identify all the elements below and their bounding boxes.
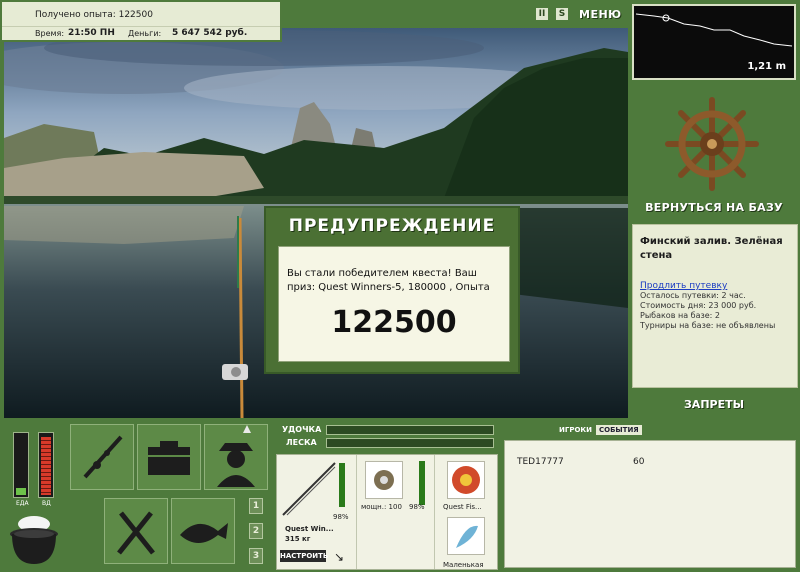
time-label: Время: <box>35 29 65 38</box>
reward-amount: 122500 <box>331 305 457 340</box>
rod-durability-bar <box>339 463 345 507</box>
bans-button[interactable]: ЗАПРЕТЫ <box>628 398 800 411</box>
ad-meter <box>38 432 54 498</box>
events-list: TED17777 60 <box>504 440 796 568</box>
event-player-name: TED17777 <box>517 457 564 467</box>
warning-dialog[interactable]: ПРЕДУПРЕЖДЕНИЕ Вы стали победителем квес… <box>264 206 520 374</box>
ad-meter-fill <box>41 437 51 495</box>
slot-food[interactable] <box>104 498 168 564</box>
dialog-body: Вы стали победителем квеста! Ваш приз: Q… <box>278 246 510 362</box>
depth-chart: 1,21 m <box>632 4 796 80</box>
rod-assembly-icon <box>83 435 123 479</box>
lure-name: Маленькая <box>443 561 484 569</box>
reel-power: мощн.: 100 <box>361 503 402 511</box>
hotbar-button-3[interactable]: 3 <box>249 548 263 564</box>
anglers-count: Рыбаков на базе: 2 <box>640 311 720 320</box>
money-value: 5 647 542 руб. <box>172 28 248 38</box>
tab-events[interactable]: СОБЫТИЯ <box>596 425 642 435</box>
rod-weight: 315 кг <box>285 535 311 543</box>
food-meter <box>13 432 29 498</box>
slot-fisherman[interactable] <box>204 424 268 490</box>
fork-knife-icon <box>117 511 155 555</box>
tackle-box-icon <box>148 441 190 475</box>
tab-players[interactable]: ИГРОКИ <box>556 425 595 435</box>
line-spool-image <box>447 461 485 499</box>
fisherman-icon <box>217 425 255 487</box>
hotbar-button-1[interactable]: 1 <box>249 498 263 514</box>
reel-image <box>365 461 403 499</box>
slot-tackle-box[interactable] <box>137 424 201 490</box>
return-to-base-button[interactable]: ВЕРНУТЬСЯ НА БАЗУ <box>628 201 800 214</box>
extend-trip-link[interactable]: Продлить путевку <box>640 281 790 291</box>
dialog-message: Вы стали победителем квеста! Ваш приз: Q… <box>287 268 490 293</box>
arrow-down-right-icon[interactable]: ↘ <box>334 551 346 563</box>
time-money-row: Время: 21:50 ПН Деньги: 5 647 542 руб. <box>2 26 280 40</box>
hotbar-button-2[interactable]: 2 <box>249 523 263 539</box>
fish-icon <box>180 523 228 543</box>
reel-slot[interactable]: мощн.: 100 98% <box>357 455 435 569</box>
slot-fish[interactable] <box>171 498 235 564</box>
rod-tension-bar <box>326 425 494 435</box>
trip-remaining: Осталось путевки: 2 час. <box>640 291 746 300</box>
dialog-title: ПРЕДУПРЕЖДЕНИЕ <box>288 216 496 236</box>
lure-image <box>447 517 485 555</box>
base-name: Финский залив. Зелёная стена <box>640 236 783 261</box>
experience-gained: Получено опыта: 122500 <box>35 10 153 20</box>
event-player-score: 60 <box>633 457 645 467</box>
ship-wheel-icon[interactable] <box>664 96 760 192</box>
line-tension-bar <box>326 438 494 448</box>
player-stats-bar: Получено опыта: 122500 Время: 21:50 ПН Д… <box>0 0 282 42</box>
slot-rod-assembly[interactable] <box>70 424 134 490</box>
ad-label: ВД <box>42 500 51 507</box>
rod-durability: 98% <box>333 513 349 521</box>
money-label: Деньги: <box>128 29 162 38</box>
day-cost: Стоимость дня: 23 000 руб. <box>640 301 757 310</box>
tournaments-info: Турниры на базе: не объявлены <box>640 321 776 330</box>
adjust-tackle-button[interactable]: НАСТРОИТЬ <box>280 550 328 562</box>
rod-label: УДОЧКА <box>282 425 322 434</box>
line-lure-slot[interactable]: Quest Fis... Маленькая <box>435 455 499 569</box>
time-value: 21:50 ПН <box>68 28 115 38</box>
cauldron-icon[interactable] <box>8 512 60 566</box>
reel-durability-bar <box>419 461 425 505</box>
food-meter-fill <box>16 488 26 495</box>
sound-icon[interactable]: S <box>556 8 568 20</box>
line-name: Quest Fis... <box>443 503 482 511</box>
depth-value: 1,21 m <box>747 61 786 72</box>
menu-button[interactable]: МЕНЮ <box>579 8 622 21</box>
pause-icon[interactable]: II <box>536 8 548 20</box>
reel-durability: 98% <box>409 503 425 511</box>
rod-image <box>282 462 336 516</box>
line-label: ЛЕСКА <box>286 438 317 447</box>
food-label: ЕДА <box>16 500 29 507</box>
base-info-panel: Финский залив. Зелёная стена Продлить пу… <box>632 224 798 388</box>
rod-name: Quest Win... <box>285 525 334 533</box>
